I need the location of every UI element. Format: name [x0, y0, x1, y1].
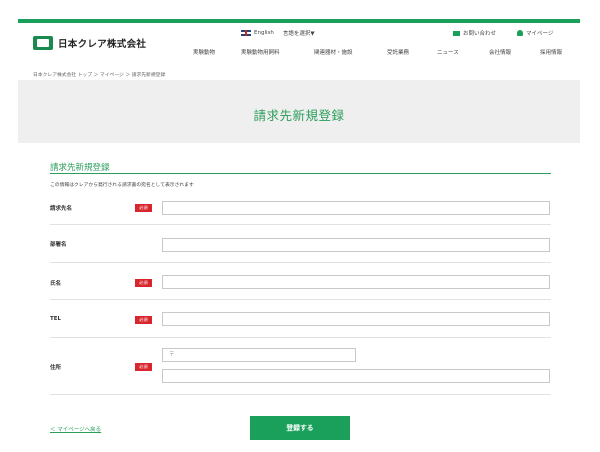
required-badge: 必須 [135, 316, 152, 324]
mypage-label: マイページ [526, 31, 554, 37]
breadcrumb[interactable]: 日本クレア株式会社 トップ ＞ マイページ ＞ 請求先新規登録 [33, 71, 165, 78]
row-divider [50, 224, 551, 225]
department-input[interactable] [162, 238, 550, 252]
contact-label: お問い合わせ [463, 31, 497, 37]
nav-item-company[interactable]: 会社情報 [489, 48, 511, 56]
section-title: 請求先新規登録 [50, 163, 110, 173]
tel-input[interactable] [162, 312, 550, 326]
billing-name-input[interactable] [162, 201, 550, 215]
nav-item-news[interactable]: ニュース [437, 48, 459, 56]
postal-code-input[interactable]: 〒 [162, 348, 356, 362]
address-label: 住所 [50, 365, 62, 371]
language-switcher[interactable]: English 言語を選択▼ [241, 29, 315, 37]
nav-item-equipment[interactable]: 関連器材・施設 [314, 48, 353, 56]
row-divider [50, 299, 551, 300]
nav-item-recruit[interactable]: 採用情報 [540, 48, 562, 56]
billing-name-label: 請求先名 [50, 206, 73, 212]
section-divider [50, 173, 551, 174]
company-logo[interactable]: 日本クレア株式会社 [33, 36, 146, 50]
language-select[interactable]: 言語を選択▼ [283, 29, 315, 37]
mail-icon [453, 30, 460, 36]
contact-link[interactable]: お問い合わせ [453, 29, 496, 37]
address-input[interactable] [162, 369, 550, 383]
company-name: 日本クレア株式会社 [58, 39, 147, 50]
required-badge: 必須 [135, 279, 152, 287]
row-divider [50, 337, 551, 338]
mypage-link[interactable]: マイページ [517, 29, 553, 37]
language-english-link[interactable]: English [254, 30, 274, 36]
department-label: 部署名 [50, 242, 67, 248]
site-header: 日本クレア株式会社 English 言語を選択▼ お問い合わせ マイページ 実験… [0, 23, 600, 61]
required-badge: 必須 [135, 363, 152, 371]
clea-logo-icon [33, 36, 53, 50]
tel-label: TEL [50, 316, 62, 322]
row-divider [50, 262, 551, 263]
form-note: この情報はクレアから発行される請求書の宛名として表示されます [50, 183, 194, 188]
nav-item-animals[interactable]: 実験動物 [193, 48, 215, 56]
back-to-mypage-link[interactable]: ＜ マイページへ戻る [50, 425, 101, 433]
uk-flag-icon [241, 30, 251, 36]
page-title: 請求先新規登録 [253, 108, 345, 123]
register-button[interactable]: 登録する [250, 416, 350, 440]
nav-item-feed[interactable]: 実験動物用飼料 [241, 48, 280, 56]
required-badge: 必須 [135, 204, 152, 212]
row-divider [50, 394, 551, 395]
full-name-input[interactable] [162, 275, 550, 289]
title-band: 請求先新規登録 [18, 80, 580, 143]
full-name-label: 氏名 [50, 281, 62, 287]
person-icon [517, 30, 523, 36]
nav-item-contract[interactable]: 受託業務 [387, 48, 409, 56]
